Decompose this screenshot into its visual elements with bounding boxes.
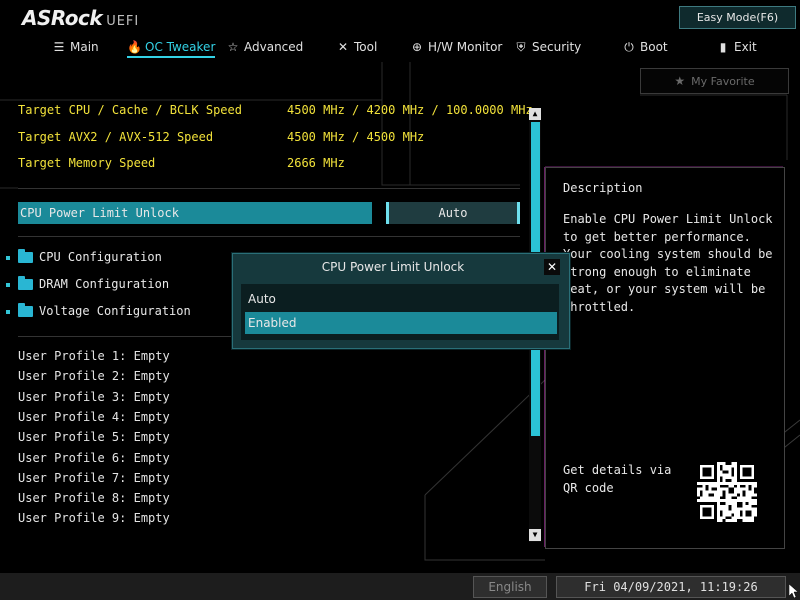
power-icon: ⏻: [624, 40, 634, 54]
mouse-cursor-icon: [789, 584, 799, 598]
description-text: Enable CPU Power Limit Unlock to get bet…: [563, 212, 773, 314]
submenu-label: DRAM Configuration: [39, 277, 170, 291]
user-profile-1[interactable]: User Profile 1: Empty: [18, 349, 170, 363]
bullet-icon: [6, 309, 10, 314]
target-memory-label: Target Memory Speed: [18, 156, 156, 170]
tab-label: H/W Monitor: [428, 40, 503, 54]
bullet-icon: [6, 255, 10, 260]
option-enabled[interactable]: Enabled: [245, 312, 557, 334]
tab-security[interactable]: ⛨ Security: [514, 36, 581, 58]
shield-icon: ⛨: [516, 40, 526, 54]
tab-label: Boot: [640, 40, 668, 54]
asrock-logo: ASRock UEFI: [22, 6, 139, 30]
folder-icon: [18, 276, 33, 290]
target-cpu-value: 4500 MHz / 4200 MHz / 100.0000 MHz: [287, 103, 533, 117]
target-avx-label: Target AVX2 / AVX-512 Speed: [18, 130, 214, 144]
description-title: Description: [563, 181, 643, 195]
option-auto[interactable]: Auto: [245, 288, 557, 310]
tools-icon: ✕: [337, 40, 349, 54]
tab-hw-monitor[interactable]: ⊕ H/W Monitor: [410, 36, 502, 58]
folder-icon: [18, 249, 33, 263]
datetime-display: Fri 04/09/2021, 11:19:26: [556, 576, 786, 598]
submenu-label: Voltage Configuration: [39, 304, 191, 318]
easy-mode-button[interactable]: Easy Mode(F6): [679, 6, 796, 29]
tab-exit[interactable]: ▮ Exit: [716, 36, 757, 58]
user-profile-5[interactable]: User Profile 5: Empty: [18, 430, 170, 444]
divider: [18, 236, 520, 237]
cpu-power-limit-unlock-value[interactable]: Auto: [386, 202, 520, 224]
exit-icon: ▮: [719, 40, 727, 54]
submenu-label: CPU Configuration: [39, 250, 162, 264]
main-navigation: ☰ Main 🔥 OC Tweaker ☆ Advanced ✕ Tool ⊕ H/W M…: [0, 36, 800, 58]
scroll-down-arrow-icon[interactable]: ▼: [529, 529, 541, 541]
tab-label: OC Tweaker: [145, 40, 216, 54]
tab-label: Tool: [354, 40, 378, 54]
target-cpu-label: Target CPU / Cache / BCLK Speed: [18, 103, 242, 117]
list-icon: ☰: [53, 40, 65, 54]
close-icon[interactable]: ✕: [544, 259, 560, 275]
submenu-cpu-configuration[interactable]: CPU Configuration: [6, 248, 162, 266]
language-button[interactable]: English: [473, 576, 547, 598]
cpu-power-limit-unlock-item[interactable]: CPU Power Limit Unlock: [18, 202, 372, 224]
user-profile-8[interactable]: User Profile 8: Empty: [18, 491, 170, 505]
dialog-title: CPU Power Limit Unlock: [321, 260, 465, 274]
tab-advanced[interactable]: ☆ Advanced: [226, 36, 304, 58]
tab-label: Advanced: [244, 40, 304, 54]
user-profile-7[interactable]: User Profile 7: Empty: [18, 471, 170, 485]
option-list: Auto Enabled: [241, 284, 559, 340]
tab-label: Exit: [734, 40, 757, 54]
folder-icon: [18, 303, 33, 317]
brand-name: ASRock: [22, 6, 103, 30]
user-profile-6[interactable]: User Profile 6: Empty: [18, 451, 170, 465]
user-profile-4[interactable]: User Profile 4: Empty: [18, 410, 170, 424]
submenu-dram-configuration[interactable]: DRAM Configuration: [6, 275, 169, 293]
option-dialog: CPU Power Limit Unlock ✕ Auto Enabled: [232, 253, 570, 349]
qr-label: Get details via QR code: [563, 463, 672, 495]
star-icon: ☆: [227, 40, 239, 54]
tab-oc-tweaker[interactable]: 🔥 OC Tweaker: [127, 36, 216, 58]
monitor-icon: ⊕: [411, 40, 423, 54]
tab-label: Security: [532, 40, 582, 54]
user-profile-3[interactable]: User Profile 3: Empty: [18, 390, 170, 404]
submenu-voltage-configuration[interactable]: Voltage Configuration: [6, 302, 191, 320]
tab-boot[interactable]: ⏻ Boot: [622, 36, 668, 58]
qr-code-icon: [697, 462, 757, 522]
brand-suffix: UEFI: [106, 14, 140, 29]
star-icon: ★: [674, 74, 686, 88]
favorite-label: My Favorite: [691, 75, 755, 88]
user-profile-2[interactable]: User Profile 2: Empty: [18, 369, 170, 383]
target-avx-value: 4500 MHz / 4500 MHz: [287, 130, 425, 144]
user-profile-9[interactable]: User Profile 9: Empty: [18, 511, 170, 525]
bullet-icon: [6, 282, 10, 287]
flame-icon: 🔥: [127, 40, 142, 54]
tab-main[interactable]: ☰ Main: [52, 36, 99, 58]
my-favorite-button[interactable]: ★ My Favorite: [640, 68, 789, 94]
tab-label: Main: [70, 40, 99, 54]
divider: [18, 188, 520, 189]
scroll-up-arrow-icon[interactable]: ▲: [529, 108, 541, 120]
tab-tool[interactable]: ✕ Tool: [336, 36, 377, 58]
target-memory-value: 2666 MHz: [287, 156, 345, 170]
